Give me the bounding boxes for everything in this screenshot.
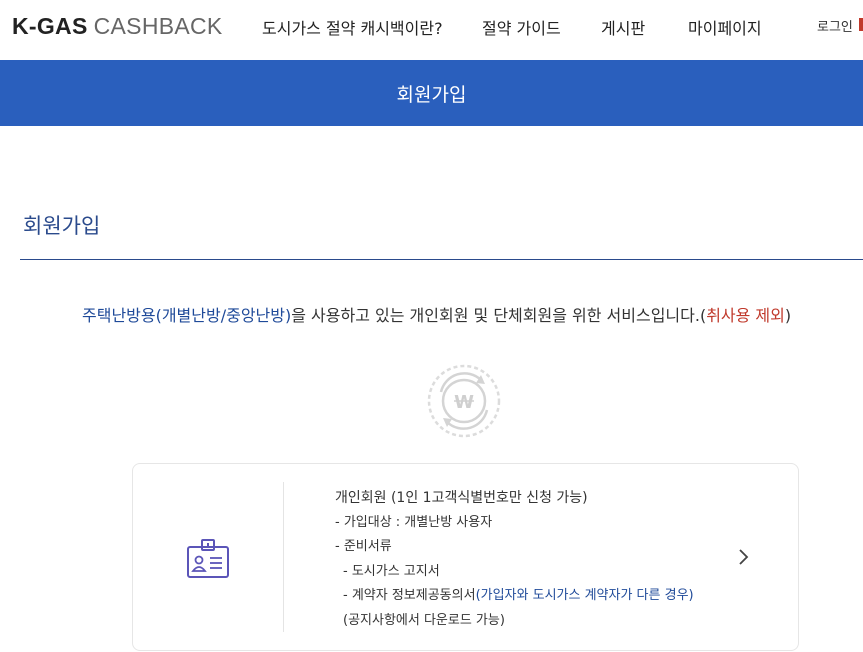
nav-guide[interactable]: 절약 가이드 xyxy=(482,15,561,39)
id-card-icon xyxy=(187,539,229,578)
chevron-right-icon[interactable] xyxy=(735,546,751,568)
individual-member-card[interactable]: 개인회원 (1인 1고객식별번호만 신청 가능) - 가입대상 : 개별난방 사… xyxy=(132,463,799,651)
intro-exclusion: 취사용 제외 xyxy=(706,306,785,325)
service-intro: 주택난방용(개별난방/중앙난방)을 사용하고 있는 개인회원 및 단체회원을 위… xyxy=(82,302,791,326)
nav-about[interactable]: 도시가스 절약 캐시백이란? xyxy=(262,15,443,39)
emblem-symbol: W xyxy=(454,392,474,413)
card-doc-bill: - 도시가스 고지서 xyxy=(343,563,440,579)
card-doc-consent: - 계약자 정보제공동의서(가입자와 도시가스 계약자가 다른 경우) xyxy=(335,584,694,609)
logo[interactable]: K-GAS CASHBACK xyxy=(12,13,223,40)
banner-title: 회원가입 xyxy=(396,83,467,106)
won-cashback-icon: W xyxy=(427,364,501,438)
login-link[interactable]: 로그인 xyxy=(817,16,853,35)
page-banner: 회원가입 xyxy=(0,60,863,126)
logo-strong: K-GAS xyxy=(12,13,88,39)
section-divider xyxy=(20,259,863,260)
nav-mypage[interactable]: 마이페이지 xyxy=(688,15,762,39)
card-divider xyxy=(283,482,284,632)
card-target: - 가입대상 : 개별난방 사용자 xyxy=(335,514,493,530)
logo-light: CASHBACK xyxy=(93,13,223,39)
card-body: 개인회원 (1인 1고객식별번호만 신청 가능) - 가입대상 : 개별난방 사… xyxy=(335,486,694,633)
intro-highlight: 주택난방용(개별난방/중앙난방) xyxy=(82,306,292,325)
card-doc-consent-main: - 계약자 정보제공동의서 xyxy=(343,588,476,603)
intro-text: 을 사용하고 있는 개인회원 및 단체회원을 위한 서비스입니다.( xyxy=(291,306,707,325)
login-accent-bar xyxy=(859,18,863,31)
section-title: 회원가입 xyxy=(23,214,101,238)
card-doc-consent-note: (가입자와 도시가스 계약자가 다른 경우) xyxy=(475,588,694,603)
header: K-GAS CASHBACK 도시가스 절약 캐시백이란? 절약 가이드 게시판 … xyxy=(0,0,863,52)
card-title: 개인회원 (1인 1고객식별번호만 신청 가능) xyxy=(335,490,588,506)
intro-close: ) xyxy=(784,306,792,325)
nav-board[interactable]: 게시판 xyxy=(601,15,645,39)
card-docs-label: - 준비서류 xyxy=(335,539,392,554)
card-download-note: (공지사항에서 다운로드 가능) xyxy=(343,612,505,628)
